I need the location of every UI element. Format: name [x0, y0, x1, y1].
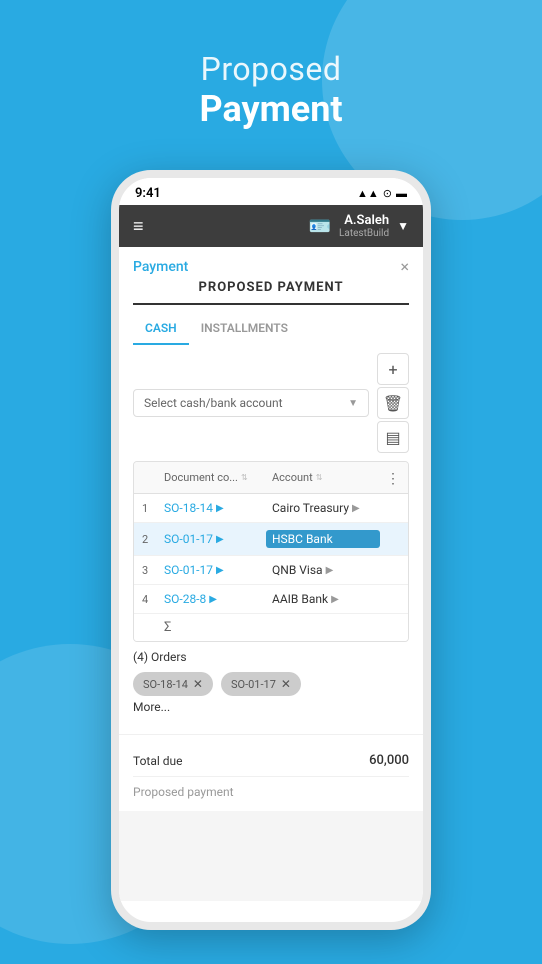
status-time: 9:41: [135, 186, 161, 201]
signal-icon: ▲▲: [357, 187, 379, 200]
content-area: Payment × PROPOSED PAYMENT CASH INSTALLM…: [119, 247, 423, 901]
row-account: Cairo Treasury ▶: [272, 501, 380, 515]
status-icons: ▲▲ ⊙ ▬: [357, 187, 407, 200]
user-badge-icon: 🪪: [309, 216, 331, 237]
phone-frame: 9:41 ▲▲ ⊙ ▬ ≡ 🪪 A.Saleh LatestBuild ▼ Pa…: [111, 170, 431, 930]
delete-button[interactable]: 🗑: [377, 387, 409, 419]
doc-link-icon: ▶: [216, 534, 224, 545]
doc-sort-icon[interactable]: ⇅: [241, 473, 248, 482]
table-row[interactable]: 2 SO-01-17 ▶ HSBC Bank: [134, 523, 408, 556]
table-row[interactable]: 4 SO-28-8 ▶ AAIB Bank ▶: [134, 585, 408, 614]
total-due-label: Total due: [133, 754, 183, 768]
proposed-payment-title: PROPOSED PAYMENT: [133, 280, 409, 305]
doc-link-icon: ▶: [209, 594, 217, 605]
status-bar: 9:41 ▲▲ ⊙ ▬: [119, 178, 423, 205]
tab-installments[interactable]: INSTALLMENTS: [189, 313, 300, 345]
table-header: Document co... ⇅ Account ⇅ ⋮: [134, 462, 408, 494]
card-header: Payment ×: [119, 247, 423, 280]
toolbar: Select cash/bank account ▼ + 🗑 ▤: [119, 345, 423, 461]
proposed-label: Proposed: [0, 50, 542, 88]
sigma-label: Σ: [142, 620, 171, 635]
row-num: 1: [142, 502, 164, 515]
row-doc: SO-01-17 ▶: [164, 563, 272, 577]
tabs-container: CASH INSTALLMENTS: [119, 313, 423, 345]
header-center: 🪪 A.Saleh LatestBuild ▼: [309, 213, 409, 239]
tab-cash[interactable]: CASH: [133, 313, 189, 345]
battery-icon: ▬: [396, 187, 407, 200]
username-label: A.Saleh: [339, 213, 389, 228]
hamburger-icon[interactable]: ≡: [133, 216, 144, 237]
order-tag-label: SO-01-17: [231, 678, 276, 691]
toolbar-icons: + 🗑 ▤: [377, 353, 409, 453]
header-user-info: A.Saleh LatestBuild: [339, 213, 389, 239]
account-link-icon: ▶: [331, 594, 339, 605]
select-account-label: Select cash/bank account: [144, 396, 283, 410]
order-tag[interactable]: SO-01-17 ✕: [221, 672, 301, 696]
proposed-payment-row-label: Proposed payment: [133, 785, 234, 799]
build-label: LatestBuild: [339, 228, 389, 239]
wifi-icon: ⊙: [383, 187, 392, 200]
proposed-payment-row: Proposed payment: [133, 777, 409, 803]
row-account-selected: HSBC Bank: [266, 530, 380, 548]
orders-count-label: (4) Orders: [133, 650, 409, 664]
account-sort-icon[interactable]: ⇅: [316, 473, 323, 482]
tag-close-icon[interactable]: ✕: [193, 677, 203, 691]
table-row[interactable]: 3 SO-01-17 ▶ QNB Visa ▶: [134, 556, 408, 585]
payment-hero-title: Payment: [0, 88, 542, 130]
row-account: QNB Visa ▶: [272, 563, 380, 577]
account-link-icon: ▶: [326, 565, 334, 576]
row-doc: SO-28-8 ▶: [164, 592, 272, 606]
delete-icon: 🗑: [383, 394, 403, 413]
row-num: 3: [142, 564, 164, 577]
sigma-row: Σ: [134, 614, 408, 641]
filter-button[interactable]: ▤: [377, 421, 409, 453]
row-num: 4: [142, 593, 164, 606]
payment-table: Document co... ⇅ Account ⇅ ⋮ 1 SO-18: [133, 461, 409, 642]
more-link[interactable]: More...: [133, 696, 409, 718]
orders-tags: SO-18-14 ✕ SO-01-17 ✕: [133, 672, 409, 696]
col-more-header: ⋮: [380, 468, 400, 487]
doc-link-icon: ▶: [216, 565, 224, 576]
row-account: AAIB Bank ▶: [272, 592, 380, 606]
row-doc: SO-18-14 ▶: [164, 501, 272, 515]
payment-section-label: Payment: [133, 259, 188, 275]
tag-close-icon[interactable]: ✕: [281, 677, 291, 691]
add-icon: +: [388, 360, 397, 379]
row-doc: SO-01-17 ▶: [164, 532, 266, 546]
add-button[interactable]: +: [377, 353, 409, 385]
col-account-header: Account ⇅: [272, 471, 380, 484]
totals-section: Total due 60,000 Proposed payment: [119, 734, 423, 811]
account-link-icon: ▶: [352, 503, 360, 514]
more-options-icon[interactable]: ⋮: [386, 471, 400, 487]
order-tag-label: SO-18-14: [143, 678, 188, 691]
total-due-value: 60,000: [369, 753, 409, 768]
page-header: Proposed Payment: [0, 50, 542, 130]
filter-icon: ▤: [385, 428, 400, 447]
col-doc-header: Document co... ⇅: [164, 471, 272, 484]
dropdown-arrow-icon[interactable]: ▼: [397, 219, 409, 233]
row-num: 2: [142, 533, 164, 546]
close-button[interactable]: ×: [400, 257, 409, 276]
table-row[interactable]: 1 SO-18-14 ▶ Cairo Treasury ▶: [134, 494, 408, 523]
app-header: ≡ 🪪 A.Saleh LatestBuild ▼: [119, 205, 423, 247]
select-account-dropdown[interactable]: Select cash/bank account ▼: [133, 389, 369, 417]
doc-link-icon: ▶: [216, 503, 224, 514]
select-arrow-icon: ▼: [348, 398, 358, 409]
payment-card: Payment × PROPOSED PAYMENT CASH INSTALLM…: [119, 247, 423, 811]
total-due-row: Total due 60,000: [133, 749, 409, 777]
orders-section: (4) Orders SO-18-14 ✕ SO-01-17 ✕ More...: [119, 642, 423, 726]
order-tag[interactable]: SO-18-14 ✕: [133, 672, 213, 696]
